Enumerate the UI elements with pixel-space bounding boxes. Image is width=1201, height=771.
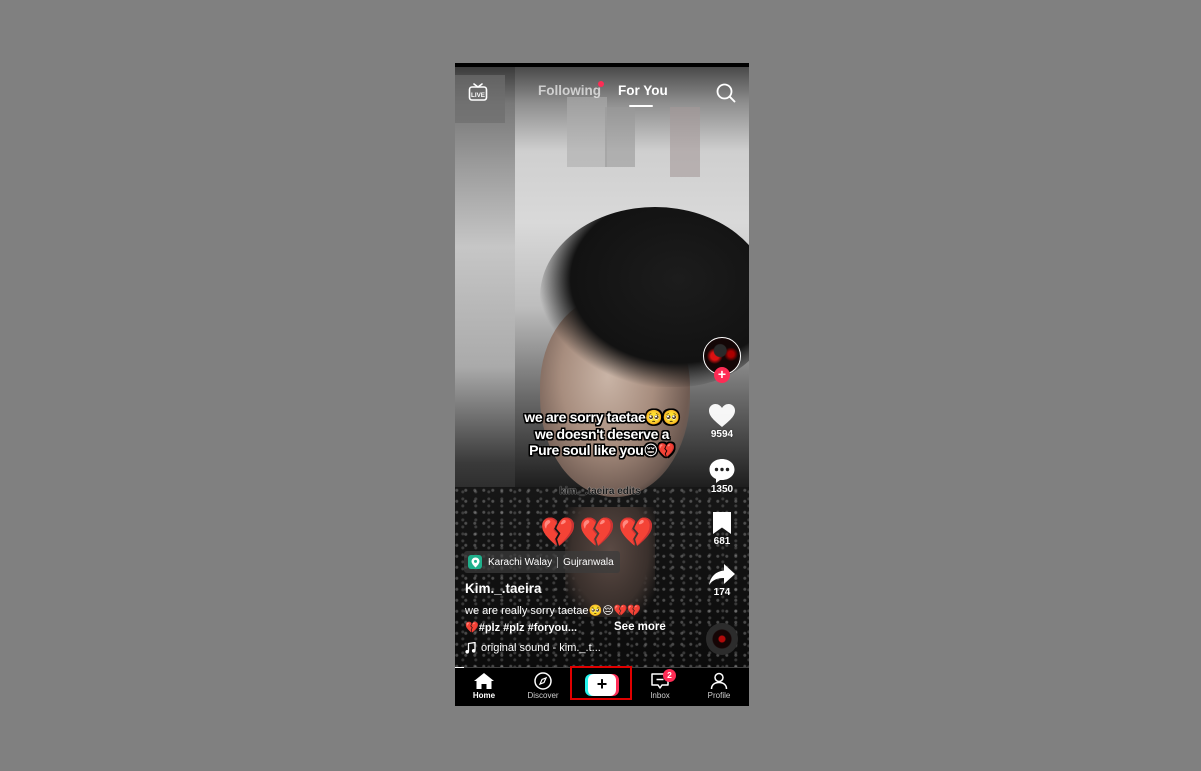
see-more-link[interactable]: See more xyxy=(614,621,666,633)
comment-count: 1350 xyxy=(710,484,734,495)
post-hashtags[interactable]: 💔#plz #plz #foryou... xyxy=(465,621,577,634)
location-tag[interactable]: Karachi Walay Gujranwala xyxy=(464,551,620,573)
live-tv-icon[interactable]: LIVE xyxy=(468,82,488,102)
background-picture-frame xyxy=(670,107,700,177)
nav-label: Profile xyxy=(707,691,731,700)
broken-hearts-sticker: 💔💔💔 xyxy=(540,517,658,549)
follow-button[interactable]: + xyxy=(714,367,730,383)
compass-icon xyxy=(534,672,552,690)
bookmark-icon xyxy=(713,512,731,534)
phone-screen: LIVE Following For You we are sorry taet… xyxy=(455,63,749,706)
top-bar: LIVE Following For You xyxy=(455,77,749,113)
nav-discover[interactable]: Discover xyxy=(518,672,568,700)
home-icon xyxy=(474,673,494,689)
caption-line: we doesn't deserve a xyxy=(534,425,670,442)
svg-text:LIVE: LIVE xyxy=(471,92,485,99)
share-count: 174 xyxy=(713,587,731,598)
video-watermark: kim._.taeira edits xyxy=(559,486,641,497)
tab-for-you[interactable]: For You xyxy=(618,83,668,98)
location-divider xyxy=(557,556,559,568)
save-button[interactable]: 681 xyxy=(701,510,743,547)
search-icon[interactable] xyxy=(715,82,737,104)
nav-profile[interactable]: Profile xyxy=(694,672,744,700)
location-city: Gujranwala xyxy=(563,556,614,568)
comment-icon xyxy=(709,459,735,483)
caption-line: Pure soul like you😔💔 xyxy=(529,442,675,458)
active-tab-indicator xyxy=(629,105,653,107)
background-picture-frame xyxy=(605,107,635,167)
location-name: Karachi Walay xyxy=(488,556,553,568)
heart-icon xyxy=(709,404,735,427)
comment-button[interactable]: 1350 xyxy=(701,457,743,495)
nav-inbox[interactable]: 2 Inbox xyxy=(635,669,685,700)
sound-link[interactable]: original sound - kim._.t... xyxy=(465,642,601,654)
inbox-badge: 2 xyxy=(663,669,676,682)
post-description: we are really sorry taetae🥺😔💔💔 xyxy=(465,605,642,617)
following-notification-dot xyxy=(598,81,604,87)
creator-username[interactable]: Kim._.taeira xyxy=(465,581,542,596)
like-count: 9594 xyxy=(710,429,734,440)
profile-icon xyxy=(710,672,728,690)
save-count: 681 xyxy=(713,536,731,547)
nav-label: Home xyxy=(472,691,496,700)
share-arrow-icon xyxy=(709,564,735,585)
location-pin-icon xyxy=(468,555,482,569)
sound-title: original sound - kim._.t... xyxy=(481,642,601,654)
share-button[interactable]: 174 xyxy=(701,563,743,598)
music-note-icon xyxy=(465,642,476,654)
like-button[interactable]: 9594 xyxy=(701,403,743,440)
caption-line: we are sorry taetae🥺🥺 xyxy=(524,409,680,425)
video-caption-overlay: we are sorry taetae🥺🥺 we doesn't deserve… xyxy=(495,409,709,459)
nav-label: Discover xyxy=(527,691,559,700)
tab-following[interactable]: Following xyxy=(538,83,601,98)
sound-disc-icon[interactable] xyxy=(706,623,738,655)
create-button-highlight xyxy=(570,666,632,700)
nav-home[interactable]: Home xyxy=(459,672,509,700)
nav-label: Inbox xyxy=(650,691,670,700)
